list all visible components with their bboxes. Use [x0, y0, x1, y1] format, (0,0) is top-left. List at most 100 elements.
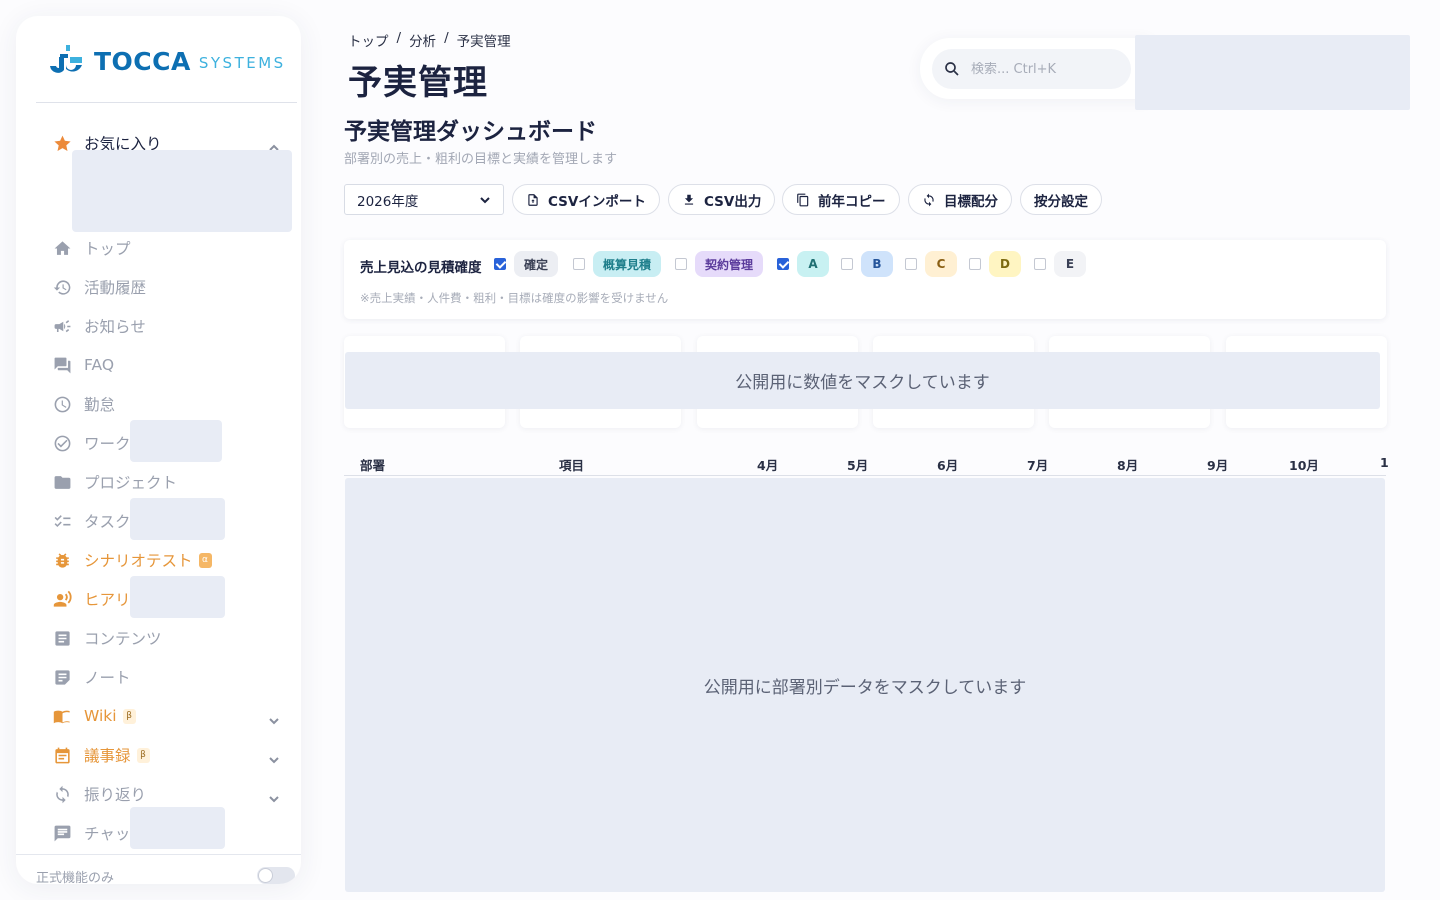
alpha-badge: α: [198, 552, 212, 568]
search-bar: [920, 38, 1150, 99]
star-icon: [52, 133, 72, 153]
task-mask: [130, 498, 225, 540]
column-header-truncated[interactable]: 1: [1380, 455, 1389, 470]
target-allocation-button[interactable]: 目標配分: [908, 184, 1012, 215]
checkbox-e[interactable]: [1034, 258, 1046, 270]
sidebar-item-history[interactable]: 活動履歴: [52, 275, 146, 299]
sidebar-bottom-divider: [16, 854, 301, 855]
official-only-toggle[interactable]: [257, 867, 295, 884]
calendar-icon: [52, 745, 72, 765]
chip-d: D: [989, 251, 1021, 277]
checkbox-d[interactable]: [969, 258, 981, 270]
sidebar-item-hearing[interactable]: ヒアリ: [52, 587, 131, 611]
confidence-label: 売上見込の見積確度: [360, 260, 482, 276]
sidebar-item-retrospective[interactable]: 振り返り: [52, 782, 146, 806]
breadcrumb-separator: /: [444, 30, 449, 46]
sidebar-item-faq[interactable]: FAQ: [52, 353, 114, 377]
column-header-apr[interactable]: 4月: [757, 455, 778, 474]
checkbox-contract[interactable]: [675, 258, 687, 270]
csv-import-label: CSVインポート: [548, 193, 646, 210]
column-header-aug[interactable]: 8月: [1117, 455, 1138, 474]
checkbox-a[interactable]: [777, 258, 789, 270]
chevron-down-icon[interactable]: [267, 791, 281, 805]
check-circle-icon: [52, 433, 72, 453]
copy-prev-year-button[interactable]: 前年コピー: [782, 184, 900, 215]
book-icon: [52, 706, 72, 726]
dashboard-description: 部署別の売上・粗利の目標と実績を管理します: [344, 152, 618, 167]
home-icon: [52, 238, 72, 258]
sidebar-item-note[interactable]: ノート: [52, 665, 131, 689]
fiscal-year-value: 2026年度: [357, 193, 419, 210]
comment-icon: [52, 823, 72, 843]
column-header-jun[interactable]: 6月: [937, 455, 958, 474]
search-input[interactable]: [971, 61, 1121, 77]
download-icon: [684, 194, 694, 205]
sidebar-item-contents[interactable]: コンテンツ: [52, 626, 162, 650]
fiscal-year-select[interactable]: 2026年度: [344, 184, 504, 215]
chip-b: B: [861, 251, 893, 277]
column-header-oct[interactable]: 10月: [1289, 455, 1319, 474]
checklist-icon: [52, 511, 72, 531]
sidebar-item-label: ワーク: [84, 435, 131, 453]
sidebar-item-attendance[interactable]: 勤怠: [52, 392, 115, 416]
checkbox-b[interactable]: [841, 258, 853, 270]
hearing-mask: [130, 576, 225, 618]
breadcrumb: トップ / 分析 / 予実管理: [348, 30, 511, 50]
chip-a: A: [797, 251, 829, 277]
search-box[interactable]: [932, 49, 1131, 89]
sidebar-item-label: タスク: [84, 513, 131, 531]
document-icon: [52, 628, 72, 648]
chip-contract: 契約管理: [695, 251, 764, 277]
chevron-down-icon[interactable]: [267, 752, 281, 766]
dashboard-title: 予実管理ダッシュボード: [344, 119, 597, 145]
sync-icon: [924, 193, 934, 206]
copy-prev-year-label: 前年コピー: [818, 193, 886, 210]
megaphone-icon: [52, 316, 72, 336]
confidence-filter-card: 売上見込の見積確度 確定 概算見積 契約管理 A B C D E ※売上実績・人…: [344, 240, 1386, 319]
sidebar-item-scenario-test[interactable]: シナリオテスト α: [52, 548, 212, 572]
history-icon: [52, 277, 72, 297]
chevron-down-icon[interactable]: [267, 713, 281, 727]
checkbox-c[interactable]: [905, 258, 917, 270]
voice-icon: [52, 589, 72, 609]
breadcrumb-analysis[interactable]: 分析: [409, 30, 436, 50]
column-header-sep[interactable]: 9月: [1207, 455, 1228, 474]
sidebar-item-minutes[interactable]: 議事録 β: [52, 743, 150, 767]
target-allocation-label: 目標配分: [944, 193, 998, 210]
column-header-department[interactable]: 部署: [360, 455, 385, 474]
sidebar-item-label: コンテンツ: [84, 630, 162, 648]
checkbox-confirmed[interactable]: [494, 258, 506, 270]
sidebar-item-project[interactable]: プロジェクト: [52, 470, 177, 494]
work-mask: [130, 420, 222, 462]
checkbox-estimate[interactable]: [573, 258, 585, 270]
brand-sub: SYSTEMS: [198, 54, 286, 72]
apportion-settings-button[interactable]: 按分設定: [1020, 184, 1102, 215]
breadcrumb-top[interactable]: トップ: [348, 30, 389, 50]
sidebar-item-label: お知らせ: [84, 318, 146, 336]
sidebar-item-wiki[interactable]: Wiki β: [52, 704, 136, 728]
brand-logo[interactable]: TOCCA SYSTEMS: [48, 43, 286, 79]
search-icon: [945, 62, 959, 76]
sidebar-item-top[interactable]: トップ: [52, 236, 131, 260]
brand-name: TOCCA: [94, 46, 191, 76]
chat-mask: [130, 807, 225, 849]
sidebar-item-label: 振り返り: [84, 786, 147, 804]
sidebar-item-work[interactable]: ワーク: [52, 431, 131, 455]
sidebar-item-task[interactable]: タスク: [52, 509, 131, 533]
sidebar-item-chat[interactable]: チャッ: [52, 821, 130, 845]
refresh-icon: [52, 784, 72, 804]
column-header-jul[interactable]: 7月: [1027, 455, 1048, 474]
beta-badge: β: [136, 747, 150, 763]
column-header-may[interactable]: 5月: [847, 455, 868, 474]
csv-import-button[interactable]: CSVインポート: [512, 184, 660, 215]
sidebar-item-label: ノート: [84, 669, 131, 687]
csv-export-button[interactable]: CSV出力: [668, 184, 776, 215]
file-upload-icon: [528, 193, 538, 206]
copy-icon: [797, 193, 809, 206]
kpi-mask: 公開用に数値をマスクしています: [345, 352, 1380, 409]
sidebar: TOCCA SYSTEMS お気に入り トップ 活動履歴 お知らせ FAQ 勤怠: [16, 16, 301, 884]
official-only-label: 正式機能のみ: [36, 871, 115, 884]
folder-icon: [52, 472, 72, 492]
sidebar-item-news[interactable]: お知らせ: [52, 314, 146, 338]
column-header-item[interactable]: 項目: [559, 455, 584, 474]
